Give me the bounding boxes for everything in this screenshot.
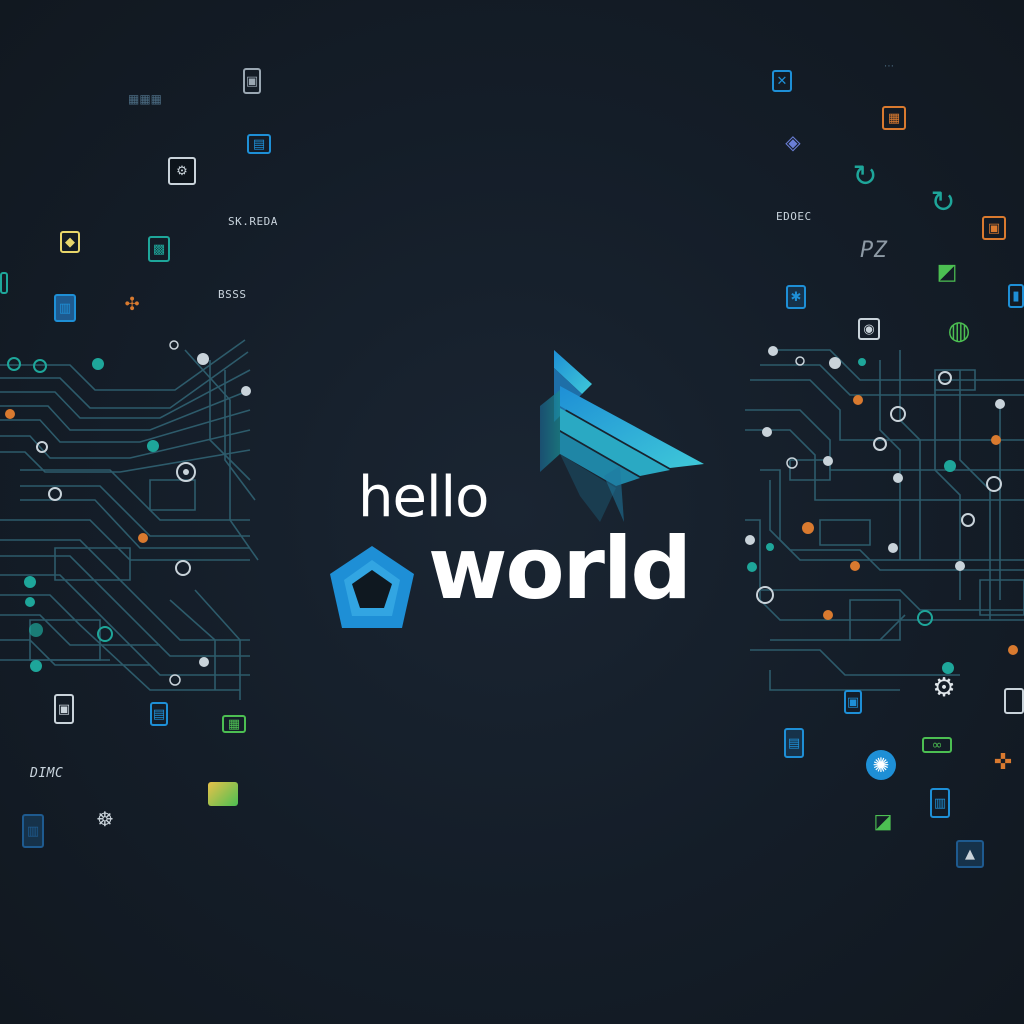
image-icon: [208, 782, 238, 806]
film-icon: ▣: [982, 216, 1006, 240]
close-box-icon: ✕: [772, 70, 792, 92]
leaf-icon: ◩: [936, 260, 958, 285]
tablet-icon: ▤: [784, 728, 804, 758]
chip-icon: ▣: [243, 68, 261, 94]
right-circuit-traces: [745, 346, 1024, 691]
bug-icon: ✺: [866, 750, 896, 780]
link-icon: ∞: [922, 737, 952, 753]
folder-icon: ▲: [956, 840, 984, 868]
network-icon: ▦: [222, 715, 246, 733]
terminal-icon: ▩: [148, 236, 170, 262]
grid-icon: ▦▦▦: [127, 92, 162, 106]
storage-icon: ▥: [930, 788, 950, 818]
bluetooth-icon: ✱: [786, 285, 806, 309]
scatter-label-left-bottom: DIMC: [30, 766, 64, 781]
cpu-icon: ▣: [844, 690, 862, 714]
camera-icon: ◉: [858, 318, 880, 340]
server-icon: ▥: [22, 814, 44, 848]
chat-icon: ◪: [873, 809, 893, 833]
sync-icon: ↻: [930, 185, 956, 220]
scatter-label-right-top: EDOEC: [776, 210, 812, 223]
hexagon-logo-icon: [330, 546, 414, 628]
headline-world: world: [428, 519, 692, 619]
headline-hello: hello: [358, 465, 489, 530]
database-icon: ▥: [54, 294, 76, 322]
monitor-icon: [1004, 688, 1024, 714]
chevron-stripes-logo-icon: [540, 350, 704, 522]
plug-icon: ✜: [993, 750, 1013, 775]
document-icon: ▤: [247, 134, 271, 154]
canvas: ▣ ▦▦▦ ▤ ⚙ SK.REDA ◆ ▩ BSSS ▥ ✣ ▣ ▤ ▦ DIM…: [0, 0, 1024, 1024]
globe-icon: ◍: [947, 316, 971, 346]
scatter-label-left-top: SK.REDA: [228, 215, 278, 228]
grid-dots-icon: ⋯: [884, 61, 894, 72]
package-icon: ▣: [54, 694, 74, 724]
puzzle-icon: ◈: [785, 130, 801, 154]
gear-icon: ⚙: [168, 157, 196, 185]
calendar-icon: ▦: [882, 106, 906, 130]
cluster-icon: ✣: [124, 294, 140, 315]
refresh-icon: ↻: [852, 159, 878, 194]
module-icon: [0, 272, 8, 294]
cog-icon: ⚙: [932, 673, 956, 703]
scatter-label-right-big: PZ: [860, 238, 888, 263]
code-icon: ▤: [150, 702, 168, 726]
robot-icon: ☸: [96, 807, 114, 831]
shield-icon: ◆: [60, 231, 80, 253]
phone-icon: ▮: [1008, 284, 1024, 308]
scatter-label-left-mid: BSSS: [218, 288, 247, 301]
